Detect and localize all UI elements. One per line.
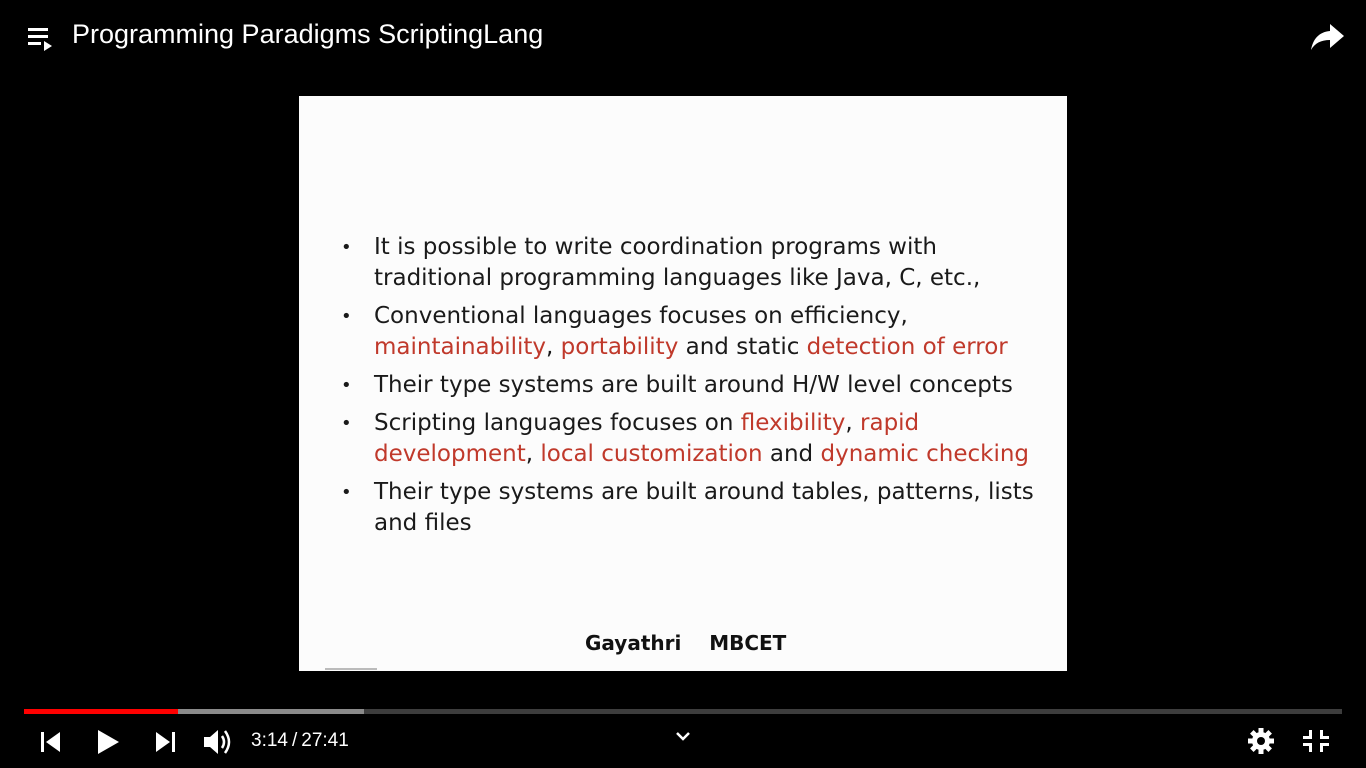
bullet-text: and	[762, 441, 821, 467]
slide-divider	[325, 668, 377, 670]
bullet-text: Their type systems are built around H/W …	[374, 372, 1013, 398]
slide-bullet: • Conventional languages focuses on effic…	[341, 301, 1041, 363]
progress-bar[interactable]	[24, 709, 1342, 714]
bullet-text: Conventional languages focuses on effici…	[374, 303, 908, 329]
chevron-down-icon[interactable]	[675, 730, 691, 742]
volume-icon[interactable]	[202, 727, 234, 757]
bullet-text: ,	[546, 334, 561, 360]
exit-fullscreen-icon[interactable]	[1302, 728, 1330, 754]
previous-icon[interactable]	[38, 730, 64, 754]
next-icon[interactable]	[152, 730, 178, 754]
highlighted-text: detection of error	[806, 334, 1008, 360]
highlighted-text: flexibility	[740, 410, 846, 436]
highlighted-text: dynamic checking	[820, 441, 1030, 467]
current-time: 3:14	[251, 730, 288, 751]
slide-bullet: • Their type systems are built around tab…	[341, 477, 1041, 539]
bullet-text: ,	[525, 441, 541, 467]
share-icon[interactable]	[1310, 20, 1346, 52]
playlist-icon[interactable]	[26, 24, 56, 52]
bullet-marker: •	[341, 237, 352, 258]
slide-footer: Gayathri MBCET	[585, 631, 787, 655]
slide-bullet: • Their type systems are built around H/W…	[341, 370, 1041, 401]
play-icon[interactable]	[95, 728, 121, 756]
bullet-text: ,	[845, 410, 861, 436]
bullet-text: It is possible to write coordination pro…	[374, 234, 981, 291]
player-controls: 3:14/27:41	[0, 720, 1366, 768]
bullet-marker: •	[341, 306, 352, 327]
bullet-marker: •	[341, 413, 352, 434]
gear-icon[interactable]	[1247, 727, 1275, 755]
progress-played	[24, 709, 179, 714]
slide-bullet-list: • It is possible to write coordination pr…	[341, 232, 1041, 546]
bullet-text: Scripting languages focuses on	[374, 410, 741, 436]
highlighted-text: local customization	[540, 441, 763, 467]
highlighted-text: maintainability	[374, 334, 547, 360]
highlighted-text: portability	[560, 334, 679, 360]
bullet-marker: •	[341, 375, 352, 396]
time-display: 3:14/27:41	[251, 730, 349, 752]
video-title[interactable]: Programming Paradigms ScriptingLang	[72, 19, 543, 50]
duration: 27:41	[301, 730, 349, 751]
video-frame-slide[interactable]: • It is possible to write coordination pr…	[299, 96, 1067, 671]
bullet-text: and static	[678, 334, 807, 360]
top-bar: Programming Paradigms ScriptingLang	[0, 0, 1366, 72]
bullet-marker: •	[341, 482, 352, 503]
bullet-text: Their type systems are built around tabl…	[374, 479, 1034, 536]
slide-bullet: • Scripting languages focuses on flexibil…	[341, 408, 1041, 470]
slide-bullet: • It is possible to write coordination pr…	[341, 232, 1041, 294]
time-separator: /	[291, 730, 298, 751]
